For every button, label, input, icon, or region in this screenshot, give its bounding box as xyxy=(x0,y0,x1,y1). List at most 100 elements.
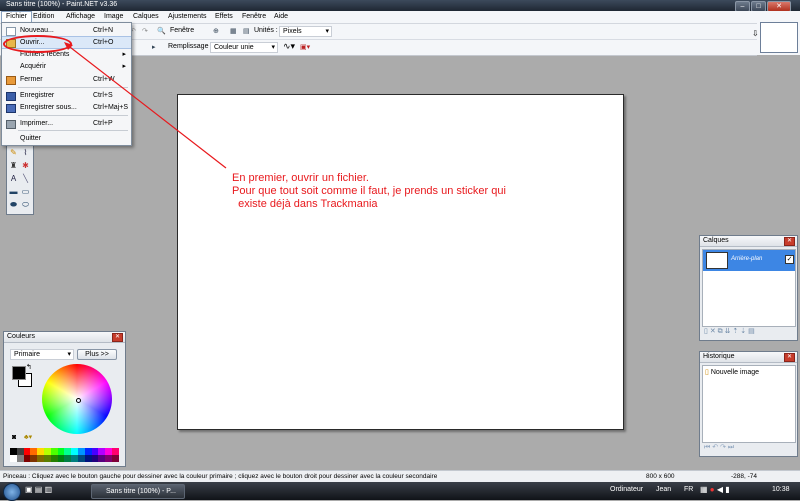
add-layer-icon[interactable]: ▯ xyxy=(704,328,708,335)
network-icon[interactable]: ▦ xyxy=(700,485,708,494)
palette-swatch[interactable] xyxy=(105,448,112,455)
color-picker-icon[interactable]: ⌇ xyxy=(21,149,30,157)
reset-colors-icon[interactable]: ◙ xyxy=(12,434,16,441)
ruler-icon[interactable]: ▤ xyxy=(243,27,250,35)
palette-swatch[interactable] xyxy=(37,448,44,455)
palette-swatch[interactable] xyxy=(30,448,38,455)
close-icon[interactable]: ✕ xyxy=(112,333,123,342)
menu-item-quitter[interactable]: Quitter xyxy=(2,133,131,144)
power-icon[interactable]: ▮ xyxy=(725,485,729,494)
color-wheel-cursor[interactable] xyxy=(76,398,81,403)
palette-swatch[interactable] xyxy=(23,455,31,462)
units-dropdown[interactable]: Pixels ▾ xyxy=(279,26,332,37)
image-thumbnail[interactable]: ⇩ xyxy=(752,11,800,55)
ellipse-icon[interactable]: ⬬ xyxy=(9,201,18,209)
antialiasing-icon[interactable]: ∿▾ xyxy=(283,41,295,52)
palette-swatch[interactable] xyxy=(78,455,85,462)
palette-menu-icon[interactable]: ♣▾ xyxy=(24,433,32,441)
start-button[interactable] xyxy=(3,483,21,501)
palette-swatch[interactable] xyxy=(10,455,17,462)
menu-item-fermer[interactable]: Fermer Ctrl+W xyxy=(2,74,131,85)
palette-swatch[interactable] xyxy=(16,448,24,455)
clone-stamp-icon[interactable]: ♜ xyxy=(9,162,18,170)
zoom-icon[interactable]: 🔍 xyxy=(157,27,166,35)
color-mode-dropdown[interactable]: Primaire ▾ xyxy=(10,349,74,360)
palette-swatch[interactable] xyxy=(30,455,38,462)
line-icon[interactable]: ╲ xyxy=(21,175,30,183)
user-label[interactable]: Jean xyxy=(656,486,671,493)
menu-item-imprimer[interactable]: Imprimer... Ctrl+P xyxy=(2,118,131,129)
menu-fenetre[interactable]: Fenêtre xyxy=(238,12,270,22)
redo-icon[interactable]: ↷ xyxy=(142,27,148,35)
rewind-icon[interactable]: ⏮ xyxy=(704,444,710,451)
security-icon[interactable]: ● xyxy=(710,485,715,494)
palette-swatch[interactable] xyxy=(112,448,119,455)
close-icon[interactable]: ✕ xyxy=(784,237,795,246)
language-indicator[interactable]: FR xyxy=(684,486,693,493)
palette-swatch[interactable] xyxy=(57,448,65,455)
palette-swatch[interactable] xyxy=(78,448,85,455)
palette-swatch[interactable] xyxy=(16,455,24,462)
folder-icon[interactable]: ▥ xyxy=(45,485,53,494)
task-paintnet[interactable]: Sans titre (100%) - P... xyxy=(91,484,185,499)
palette-swatch[interactable] xyxy=(44,448,51,455)
redo-icon[interactable]: ↷ xyxy=(720,444,726,451)
menu-edition[interactable]: Edition xyxy=(29,12,58,22)
grid-icon[interactable]: ▦ xyxy=(230,27,237,35)
menu-item-nouveau[interactable]: Nouveau... Ctrl+N xyxy=(2,25,131,36)
layer-visibility-checkbox[interactable]: ✓ xyxy=(785,255,794,264)
menu-image[interactable]: Image xyxy=(100,12,127,22)
volume-icon[interactable]: ◀ xyxy=(717,485,723,494)
move-down-icon[interactable]: ⇣ xyxy=(740,328,746,335)
more-colors-button[interactable]: Plus >> xyxy=(77,349,117,360)
palette-swatch[interactable] xyxy=(50,448,58,455)
pencil-icon[interactable]: ✎ xyxy=(9,149,18,157)
recolor-icon[interactable]: ✱ xyxy=(21,162,30,170)
fast-forward-icon[interactable]: ⏭ xyxy=(728,444,734,451)
palette-swatch[interactable] xyxy=(112,455,119,462)
menu-calques[interactable]: Calques xyxy=(129,12,163,22)
menu-item-enregistrer[interactable]: Enregistrer Ctrl+S xyxy=(2,90,131,101)
palette-swatch[interactable] xyxy=(23,448,31,455)
merge-layer-icon[interactable]: ⇊ xyxy=(725,328,731,335)
freeform-shape-icon[interactable]: ⬭ xyxy=(21,201,30,209)
menu-ajustements[interactable]: Ajustements xyxy=(164,12,211,22)
palette-swatch[interactable] xyxy=(84,455,92,462)
palette-swatch[interactable] xyxy=(44,455,51,462)
image-canvas[interactable] xyxy=(177,94,624,430)
menu-effets[interactable]: Effets xyxy=(211,12,237,22)
desktop-icon[interactable]: ▣ xyxy=(25,485,33,494)
palette-swatch[interactable] xyxy=(71,448,78,455)
layer-row[interactable]: Arrière-plan ✓ xyxy=(703,250,795,271)
swap-colors-icon[interactable]: ↰ xyxy=(26,363,32,371)
palette-swatch[interactable] xyxy=(64,455,72,462)
close-icon[interactable]: ✕ xyxy=(784,353,795,362)
palette-swatch[interactable] xyxy=(10,448,17,455)
rectangle-icon[interactable]: ▬ xyxy=(9,188,18,196)
palette-swatch[interactable] xyxy=(105,455,112,462)
zoom-in-icon[interactable]: ⊕ xyxy=(213,27,219,35)
palette-swatch[interactable] xyxy=(91,455,99,462)
menu-aide[interactable]: Aide xyxy=(270,12,292,22)
palette-swatch[interactable] xyxy=(91,448,99,455)
move-up-icon[interactable]: ⇡ xyxy=(732,328,738,335)
palette-swatch[interactable] xyxy=(64,448,72,455)
palette-swatch[interactable] xyxy=(57,455,65,462)
computer-label[interactable]: Ordinateur xyxy=(610,486,643,493)
palette-swatch[interactable] xyxy=(37,455,44,462)
window-switch-icon[interactable]: ▤ xyxy=(35,485,43,494)
menu-item-acquerir[interactable]: Acquérir ▸ xyxy=(2,61,131,72)
palette-swatch[interactable] xyxy=(98,455,106,462)
text-icon[interactable]: A xyxy=(9,175,18,183)
window-label[interactable]: Fenêtre xyxy=(170,27,194,34)
fill-dropdown[interactable]: Couleur unie ▾ xyxy=(210,42,278,53)
delete-layer-icon[interactable]: ✕ xyxy=(710,328,716,335)
menu-item-enregistrer-sous[interactable]: Enregistrer sous... Ctrl+Maj+S xyxy=(2,102,131,113)
thumbnail-image[interactable] xyxy=(760,22,798,53)
blend-mode-icon[interactable]: ▣▾ xyxy=(300,43,310,51)
palette-swatch[interactable] xyxy=(98,448,106,455)
menu-affichage[interactable]: Affichage xyxy=(62,12,99,22)
undo-icon[interactable]: ↶ xyxy=(712,444,718,451)
primary-color-swatch[interactable] xyxy=(12,366,26,380)
pin-icon[interactable]: ⇩ xyxy=(752,29,759,38)
